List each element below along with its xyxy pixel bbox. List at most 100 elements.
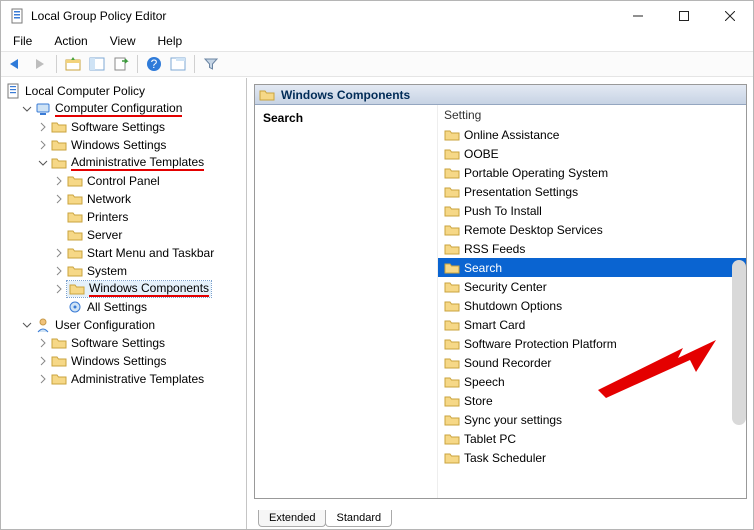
list-item[interactable]: Portable Operating System — [438, 163, 746, 182]
window-title: Local Group Policy Editor — [31, 9, 615, 23]
chevron-right-icon[interactable] — [53, 265, 65, 277]
list-item-label: Presentation Settings — [464, 185, 578, 199]
list-item[interactable]: Search — [438, 258, 746, 277]
settings-list[interactable]: Online AssistanceOOBEPortable Operating … — [438, 125, 746, 498]
folder-icon — [67, 191, 83, 207]
tree-cc-ss[interactable]: Software Settings — [37, 118, 244, 136]
tree-cc[interactable]: Computer Configuration — [21, 100, 244, 118]
folder-icon — [51, 137, 67, 153]
chevron-right-icon[interactable] — [53, 247, 65, 259]
chevron-down-icon[interactable] — [37, 157, 49, 169]
tree-label: Administrative Templates — [71, 155, 204, 171]
tree-at-net[interactable]: Network — [53, 190, 244, 208]
list-item[interactable]: Security Center — [438, 277, 746, 296]
chevron-right-icon[interactable] — [37, 373, 49, 385]
list-item[interactable]: Tablet PC — [438, 429, 746, 448]
folder-icon — [444, 393, 460, 409]
menu-help[interactable]: Help — [150, 33, 191, 49]
list-item[interactable]: Remote Desktop Services — [438, 220, 746, 239]
tree-uc-ws[interactable]: Windows Settings — [37, 352, 244, 370]
list-item[interactable]: Sync your settings — [438, 410, 746, 429]
export-button[interactable] — [110, 53, 132, 75]
folder-icon — [51, 335, 67, 351]
scrollbar-thumb[interactable] — [732, 260, 746, 425]
tree-at-smt[interactable]: Start Menu and Taskbar — [53, 244, 244, 262]
list-item-label: RSS Feeds — [464, 242, 525, 256]
tree-at-sys[interactable]: System — [53, 262, 244, 280]
list-item[interactable]: Sound Recorder — [438, 353, 746, 372]
tree-at-as[interactable]: All Settings — [53, 298, 244, 316]
tree-uc-ss[interactable]: Software Settings — [37, 334, 244, 352]
tree-root[interactable]: Local Computer Policy — [5, 82, 244, 100]
list-item[interactable]: Software Protection Platform — [438, 334, 746, 353]
chevron-right-icon[interactable] — [37, 139, 49, 151]
tree-label: Server — [87, 228, 122, 242]
tree-at-srv[interactable]: Server — [53, 226, 244, 244]
chevron-down-icon[interactable] — [21, 103, 33, 115]
tab-standard[interactable]: Standard — [325, 510, 392, 527]
svg-text:?: ? — [151, 57, 158, 71]
show-hide-tree-button[interactable] — [86, 53, 108, 75]
list-item-label: Push To Install — [464, 204, 542, 218]
tab-extended[interactable]: Extended — [258, 510, 326, 527]
list-item[interactable]: Presentation Settings — [438, 182, 746, 201]
chevron-right-icon[interactable] — [37, 355, 49, 367]
folder-icon — [444, 412, 460, 428]
detail-area: Search Setting Online AssistanceOOBEPort… — [255, 105, 746, 498]
tree-at-prn[interactable]: Printers — [53, 208, 244, 226]
tree-pane[interactable]: Local Computer Policy Computer Configura… — [1, 78, 247, 529]
forward-button[interactable] — [29, 53, 51, 75]
titlebar: Local Group Policy Editor — [1, 1, 753, 31]
app-icon — [9, 8, 25, 24]
folder-icon — [444, 203, 460, 219]
chevron-down-icon[interactable] — [21, 319, 33, 331]
up-button[interactable] — [62, 53, 84, 75]
toolbar-separator — [194, 55, 195, 73]
help-button[interactable]: ? — [143, 53, 165, 75]
list-item[interactable]: Speech — [438, 372, 746, 391]
list-item[interactable]: Task Scheduler — [438, 448, 746, 467]
list-item[interactable]: Push To Install — [438, 201, 746, 220]
folder-icon — [67, 227, 83, 243]
folder-icon — [444, 146, 460, 162]
chevron-right-icon[interactable] — [37, 337, 49, 349]
folder-icon — [67, 263, 83, 279]
folder-icon — [444, 260, 460, 276]
list-item[interactable]: RSS Feeds — [438, 239, 746, 258]
list-item[interactable]: Shutdown Options — [438, 296, 746, 315]
tree-uc[interactable]: User Configuration — [21, 316, 244, 334]
menu-view[interactable]: View — [102, 33, 144, 49]
minimize-button[interactable] — [615, 1, 661, 31]
maximize-button[interactable] — [661, 1, 707, 31]
content-header: Windows Components — [255, 85, 746, 105]
list-item[interactable]: Store — [438, 391, 746, 410]
folder-icon — [67, 209, 83, 225]
tree-label: Software Settings — [71, 120, 165, 134]
tree-cc-ws[interactable]: Windows Settings — [37, 136, 244, 154]
tree-at-wc[interactable]: Windows Components — [53, 280, 244, 298]
chevron-right-icon[interactable] — [37, 121, 49, 133]
chevron-right-icon[interactable] — [53, 193, 65, 205]
column-header-setting[interactable]: Setting — [438, 105, 746, 125]
filter-button[interactable] — [200, 53, 222, 75]
chevron-right-icon[interactable] — [53, 175, 65, 187]
chevron-right-icon[interactable] — [53, 283, 65, 295]
tree-at-cp[interactable]: Control Panel — [53, 172, 244, 190]
menu-file[interactable]: File — [5, 33, 40, 49]
list-item[interactable]: OOBE — [438, 144, 746, 163]
tree-uc-at[interactable]: Administrative Templates — [37, 370, 244, 388]
list-item[interactable]: Smart Card — [438, 315, 746, 334]
list-item-label: Smart Card — [464, 318, 525, 332]
menu-action[interactable]: Action — [46, 33, 95, 49]
tree-cc-at[interactable]: Administrative Templates — [37, 154, 244, 172]
close-button[interactable] — [707, 1, 753, 31]
tree-cc-label: Computer Configuration — [55, 101, 182, 117]
back-button[interactable] — [5, 53, 27, 75]
list-item[interactable]: Online Assistance — [438, 125, 746, 144]
options-button[interactable] — [167, 53, 189, 75]
folder-icon — [444, 355, 460, 371]
tree-label: Control Panel — [87, 174, 160, 188]
toolbar-separator — [56, 55, 57, 73]
folder-icon — [444, 279, 460, 295]
tree-label: Software Settings — [71, 336, 165, 350]
